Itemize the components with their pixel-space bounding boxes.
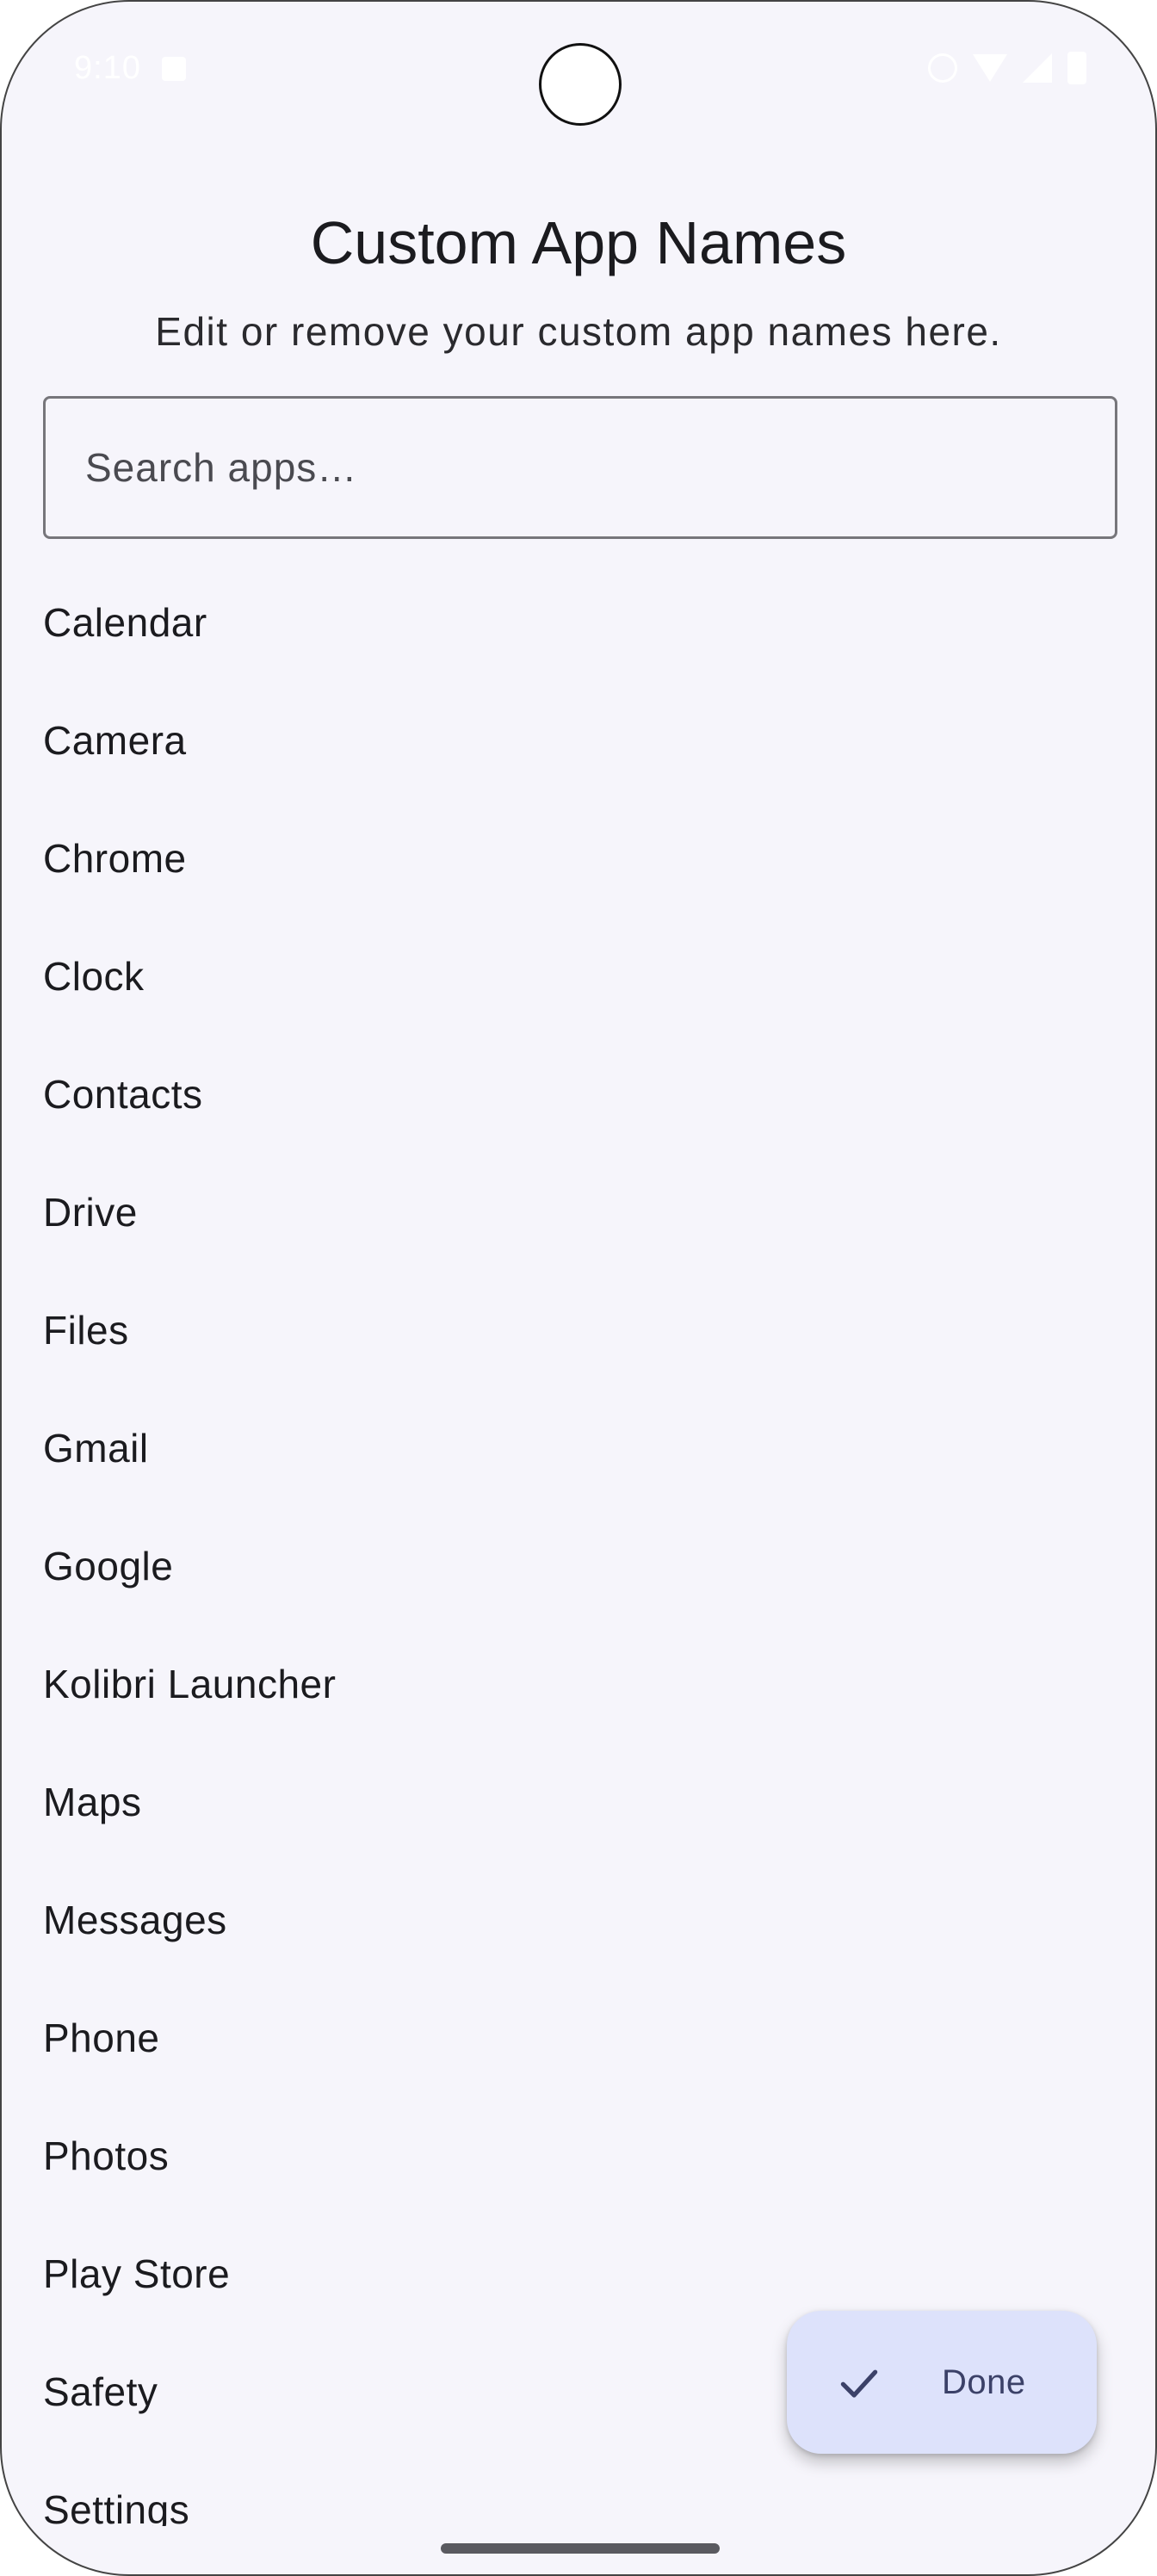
app-list-item[interactable]: Chrome — [2, 799, 1155, 917]
app-list-item[interactable]: Gmail — [2, 1389, 1155, 1507]
page-subtitle: Edit or remove your custom app names her… — [155, 309, 1002, 354]
search-input[interactable] — [85, 399, 1075, 536]
do-not-disturb-icon — [928, 53, 957, 83]
status-time: 9:10 — [74, 50, 141, 86]
app-list-item[interactable]: Camera — [2, 681, 1155, 799]
home-indicator[interactable] — [441, 2543, 720, 2554]
app-list-item[interactable]: Calendar — [2, 563, 1155, 681]
battery-icon — [1067, 52, 1086, 84]
app-list-item[interactable]: Settings — [2, 2450, 1155, 2527]
app-list-item[interactable]: Clock — [2, 917, 1155, 1035]
app-list-item[interactable]: Maps — [2, 1743, 1155, 1861]
app-list-item[interactable]: Kolibri Launcher — [2, 1625, 1155, 1743]
search-field[interactable] — [43, 396, 1117, 539]
app-list[interactable]: Calendar Camera Chrome Clock Contacts Drive Fi… — [2, 563, 1155, 2527]
check-icon — [840, 2369, 878, 2398]
status-bar: 9:10 — [2, 2, 1155, 139]
cell-signal-icon — [1023, 53, 1052, 83]
app-list-item[interactable]: Phone — [2, 1978, 1155, 2096]
app-list-item[interactable]: Messages — [2, 1861, 1155, 1978]
app-list-item[interactable]: Drive — [2, 1153, 1155, 1271]
status-icons — [928, 52, 1086, 84]
done-button[interactable]: Done — [787, 2311, 1097, 2454]
page-title: Custom App Names — [310, 209, 847, 276]
done-button-label: Done — [942, 2363, 1026, 2401]
wifi-icon — [973, 54, 1007, 82]
app-list-item[interactable]: Contacts — [2, 1035, 1155, 1153]
app-list-item[interactable]: Google — [2, 1507, 1155, 1625]
camera-cutout — [539, 43, 622, 126]
app-list-item[interactable]: Files — [2, 1271, 1155, 1389]
app-list-item[interactable]: Photos — [2, 2096, 1155, 2214]
notification-icon — [162, 57, 186, 81]
phone-screen: 9:10 Custom App Names Edit or remove you… — [0, 0, 1157, 2576]
